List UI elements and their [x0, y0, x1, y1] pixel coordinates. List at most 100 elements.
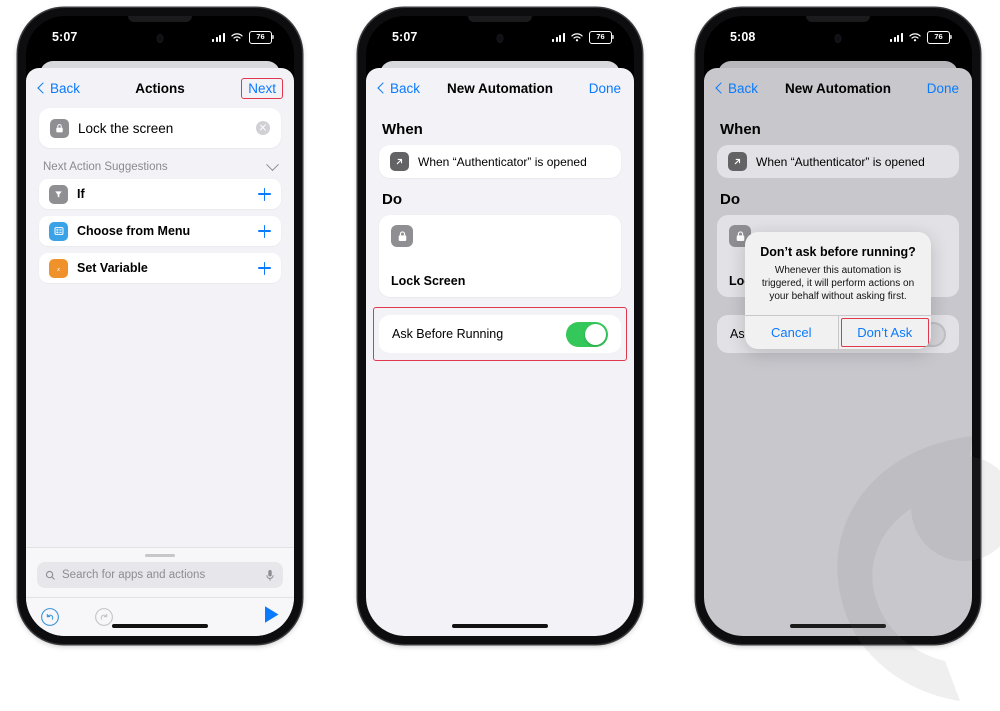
bottom-panel: Search for apps and actions [26, 546, 294, 636]
trigger-card[interactable]: When “Authenticator” is opened [379, 145, 621, 178]
trigger-label: When “Authenticator” is opened [756, 154, 925, 169]
automation-content: When When “Authenticator” is opened Do L… [366, 121, 634, 361]
clear-circle-icon[interactable] [256, 121, 270, 135]
nav-bar: Back New Automation Done [704, 68, 972, 108]
trigger-label: When “Authenticator” is opened [418, 154, 587, 169]
dont-ask-button[interactable]: Don’t Ask [837, 315, 932, 349]
cellular-bars-icon [890, 32, 903, 42]
battery-level: 76 [934, 32, 943, 42]
trigger-card[interactable]: When “Authenticator” is opened [717, 145, 959, 178]
back-button-label: Back [390, 80, 421, 96]
dialog-body: Don’t ask before running? Whenever this … [745, 232, 931, 315]
new-automation-sheet: Back New Automation Done When When “Auth… [704, 68, 972, 636]
trigger-row[interactable]: When “Authenticator” is opened [717, 145, 959, 178]
do-action-card[interactable]: Lock Screen [379, 215, 621, 297]
ask-before-running-wrap: Ask Before Running [373, 307, 627, 361]
suggestion-row-choose-from-menu[interactable]: Choose from Menu [39, 216, 281, 246]
sheet-grabber[interactable] [145, 553, 175, 557]
redo-icon[interactable] [94, 607, 114, 627]
chevron-left-icon [377, 82, 389, 94]
microphone-icon[interactable] [265, 569, 275, 582]
nav-bar: Back New Automation Done [366, 68, 634, 108]
action-label: Lock the screen [78, 120, 174, 136]
back-button-label: Back [50, 80, 81, 96]
status-icons: 76 [890, 30, 952, 44]
back-button[interactable]: Back [377, 80, 421, 96]
chevron-down-icon[interactable] [266, 157, 279, 171]
suggestions-header[interactable]: Next Action Suggestions [43, 157, 279, 173]
status-bar: 5:08 76 [704, 16, 972, 60]
wifi-icon [909, 32, 921, 41]
status-bar: 5:07 76 [26, 16, 294, 60]
app-open-arrow-icon [728, 152, 747, 171]
variable-icon: x [49, 258, 68, 278]
status-bar: 5:07 76 [366, 16, 634, 60]
cancel-button[interactable]: Cancel [745, 316, 838, 349]
action-row-lock-the-screen[interactable]: Lock the screen [39, 108, 281, 148]
plus-icon[interactable] [258, 224, 271, 238]
battery-icon: 76 [589, 30, 614, 44]
svg-text:x: x [56, 265, 60, 272]
status-time: 5:07 [52, 30, 78, 44]
back-button-label: Back [728, 80, 759, 96]
home-indicator [452, 624, 548, 628]
phone-3: 5:08 76 Back New Automation Done When Wh… [696, 8, 980, 644]
dialog-title: Don’t ask before running? [760, 245, 916, 259]
chevron-left-icon [715, 82, 727, 94]
nav-bar: Back Actions Next [26, 68, 294, 108]
dialog-message: Whenever this automation is triggered, i… [761, 265, 915, 303]
done-button[interactable]: Done [589, 81, 621, 96]
search-icon [45, 570, 55, 580]
done-button[interactable]: Done [927, 81, 959, 96]
suggestion-label: Choose from Menu [77, 224, 191, 238]
cellular-bars-icon [212, 32, 225, 42]
suggestion-row-set-variable[interactable]: x Set Variable [39, 253, 281, 283]
play-icon[interactable] [263, 605, 280, 629]
filter-icon [49, 184, 68, 204]
editor-toolbar [26, 597, 294, 636]
ask-before-running-label: Ask Before Running [392, 327, 504, 341]
suggestion-row-if[interactable]: If [39, 179, 281, 209]
battery-level: 76 [256, 32, 265, 42]
back-button[interactable]: Back [37, 80, 81, 96]
search-placeholder: Search for apps and actions [62, 569, 206, 581]
battery-icon: 76 [249, 30, 274, 44]
suggestion-label: If [77, 187, 85, 201]
app-open-arrow-icon [390, 152, 409, 171]
wifi-icon [231, 32, 243, 41]
ask-before-running-row[interactable]: Ask Before Running [379, 315, 621, 353]
menu-list-icon [49, 221, 68, 241]
phone-3-screen: 5:08 76 Back New Automation Done When Wh… [704, 16, 972, 636]
new-automation-sheet: Back New Automation Done When When “Auth… [366, 68, 634, 636]
status-time: 5:08 [730, 30, 756, 44]
do-action-label: Lock Screen [391, 274, 466, 288]
back-button[interactable]: Back [715, 80, 759, 96]
wifi-icon [571, 32, 583, 41]
when-section-label: When [382, 121, 423, 138]
status-time: 5:07 [392, 30, 418, 44]
selected-action-card[interactable]: Lock the screen [39, 108, 281, 148]
lock-icon [50, 118, 69, 138]
next-button[interactable]: Next [241, 77, 283, 99]
battery-level: 76 [596, 32, 605, 42]
phone-1: 5:07 76 Back Actions Next Lock the scree… [18, 8, 302, 644]
trigger-row[interactable]: When “Authenticator” is opened [379, 145, 621, 178]
cellular-bars-icon [552, 32, 565, 42]
do-section-label: Do [720, 191, 740, 208]
suggestions-header-label: Next Action Suggestions [43, 161, 168, 173]
plus-icon[interactable] [258, 187, 271, 201]
actions-sheet: Back Actions Next Lock the screen Next A… [26, 68, 294, 636]
dialog-actions: Cancel Don’t Ask [745, 314, 932, 349]
toggle-knob [585, 323, 606, 345]
home-indicator [790, 624, 886, 628]
actions-content: Lock the screen Next Action Suggestions … [26, 108, 294, 283]
phone-2: 5:07 76 Back New Automation Done When Wh… [358, 8, 642, 644]
undo-icon[interactable] [40, 607, 60, 627]
plus-icon[interactable] [258, 261, 271, 275]
search-input[interactable]: Search for apps and actions [37, 562, 283, 588]
ask-before-running-toggle[interactable] [566, 321, 608, 347]
confirm-dialog: Don’t ask before running? Whenever this … [745, 232, 931, 349]
phone-1-screen: 5:07 76 Back Actions Next Lock the scree… [26, 16, 294, 636]
suggestion-label: Set Variable [77, 261, 148, 275]
lock-icon [391, 225, 413, 247]
